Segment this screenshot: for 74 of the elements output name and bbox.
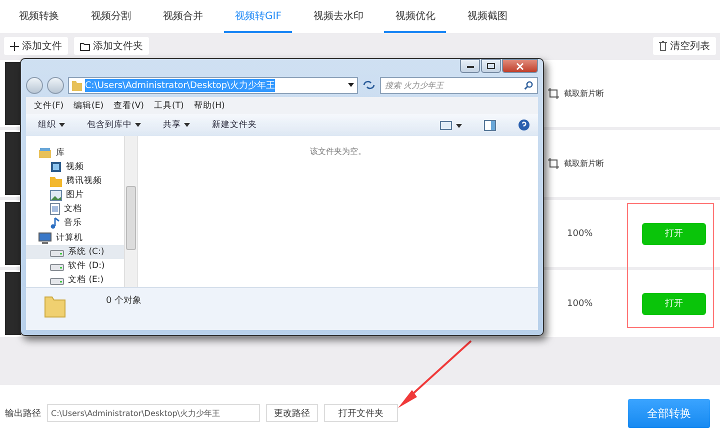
tab[interactable]: 视频去水印 bbox=[302, 0, 374, 33]
tab[interactable]: 视频截图 bbox=[456, 0, 518, 33]
tab[interactable]: 视频分割 bbox=[80, 0, 142, 33]
menu-item[interactable]: 编辑(E) bbox=[74, 100, 104, 112]
menu-item[interactable]: 文件(F) bbox=[34, 100, 64, 112]
item-count: 0 个对象 bbox=[106, 294, 142, 307]
preview-pane-icon[interactable] bbox=[484, 120, 496, 130]
nav-tree-item[interactable]: 库 bbox=[26, 146, 124, 160]
drive-icon bbox=[50, 262, 64, 270]
minimize-icon bbox=[466, 64, 474, 68]
close-button[interactable] bbox=[502, 59, 538, 73]
folder-icon bbox=[72, 80, 82, 90]
nav-tree-item[interactable]: 软件 (D:) bbox=[26, 259, 124, 273]
add-file-button[interactable]: 添加文件 bbox=[4, 37, 68, 55]
folder-icon bbox=[80, 42, 90, 50]
library-icon bbox=[38, 147, 52, 159]
computer-icon bbox=[38, 232, 52, 244]
caret-icon bbox=[135, 123, 141, 127]
refresh-icon[interactable] bbox=[362, 79, 376, 91]
open-folder-button[interactable]: 打开文件夹 bbox=[324, 404, 398, 422]
nav-tree-item[interactable]: 图片 bbox=[26, 188, 124, 202]
caret-icon bbox=[184, 123, 190, 127]
menu-item[interactable]: 帮助(H) bbox=[194, 100, 225, 112]
search-icon bbox=[524, 80, 533, 90]
progress-text: 100% bbox=[567, 228, 594, 238]
output-path-field[interactable]: C:\Users\Administrator\Desktop\火力少年王 bbox=[47, 404, 260, 422]
nav-tree-item[interactable]: 文档 (E:) bbox=[26, 273, 124, 287]
help-icon[interactable] bbox=[518, 119, 530, 131]
nav-tree-item[interactable]: 计算机 bbox=[26, 231, 124, 245]
folder-icon bbox=[44, 294, 66, 318]
menu-item[interactable]: 查看(V) bbox=[114, 100, 144, 112]
address-path: C:\Users\Administrator\Desktop\火力少年王 bbox=[85, 78, 276, 92]
trash-icon bbox=[659, 41, 667, 51]
nav-tree-item[interactable]: 腾讯视频 bbox=[26, 174, 124, 188]
drive-icon bbox=[50, 276, 64, 284]
menu-item[interactable]: 工具(T) bbox=[154, 100, 184, 112]
crop-icon bbox=[548, 158, 559, 169]
caret-icon bbox=[59, 123, 65, 127]
view-options-icon[interactable] bbox=[440, 120, 462, 130]
empty-folder-message: 该文件夹为空。 bbox=[310, 146, 366, 158]
nav-tree-item[interactable]: 视频 bbox=[26, 160, 124, 174]
command-button[interactable]: 组织 bbox=[38, 119, 65, 131]
trim-clip-button[interactable]: 截取新片断 bbox=[548, 158, 720, 169]
command-button[interactable]: 新建文件夹 bbox=[212, 119, 257, 131]
tab[interactable]: 视频优化 bbox=[384, 0, 446, 33]
trim-clip-button[interactable]: 截取新片断 bbox=[548, 88, 720, 99]
folder-icon bbox=[50, 176, 62, 186]
picture-icon bbox=[50, 190, 62, 200]
clear-list-button[interactable]: 清空列表 bbox=[653, 37, 716, 55]
crop-icon bbox=[548, 88, 559, 99]
dropdown-icon[interactable] bbox=[348, 83, 354, 87]
document-icon bbox=[50, 203, 60, 215]
change-path-button[interactable]: 更改路径 bbox=[266, 404, 318, 422]
command-button[interactable]: 包含到库中 bbox=[87, 119, 141, 131]
nav-tree-item[interactable]: 音乐 bbox=[26, 216, 124, 230]
add-folder-button[interactable]: 添加文件夹 bbox=[74, 37, 149, 55]
music-note-icon bbox=[50, 217, 60, 229]
nav-tree-item[interactable]: 文档 bbox=[26, 202, 124, 216]
close-icon bbox=[516, 62, 524, 70]
progress-text: 100% bbox=[567, 298, 594, 308]
maximize-icon bbox=[487, 63, 495, 69]
film-icon bbox=[50, 161, 62, 173]
scrollbar[interactable] bbox=[124, 136, 137, 287]
minimize-button[interactable] bbox=[460, 59, 480, 73]
plus-icon bbox=[10, 42, 19, 50]
tab[interactable]: 视频转GIF bbox=[224, 0, 292, 33]
tab[interactable]: 视频合并 bbox=[152, 0, 214, 33]
nav-tree-item[interactable]: 系统 (C:) bbox=[26, 245, 124, 259]
command-button[interactable]: 共享 bbox=[163, 119, 190, 131]
drive-icon bbox=[50, 248, 64, 256]
maximize-button[interactable] bbox=[481, 59, 501, 73]
tab[interactable]: 视频转换 bbox=[8, 0, 70, 33]
output-path-label: 输出路径 bbox=[5, 408, 41, 420]
search-field[interactable]: 搜索 火力少年王 bbox=[380, 76, 538, 94]
